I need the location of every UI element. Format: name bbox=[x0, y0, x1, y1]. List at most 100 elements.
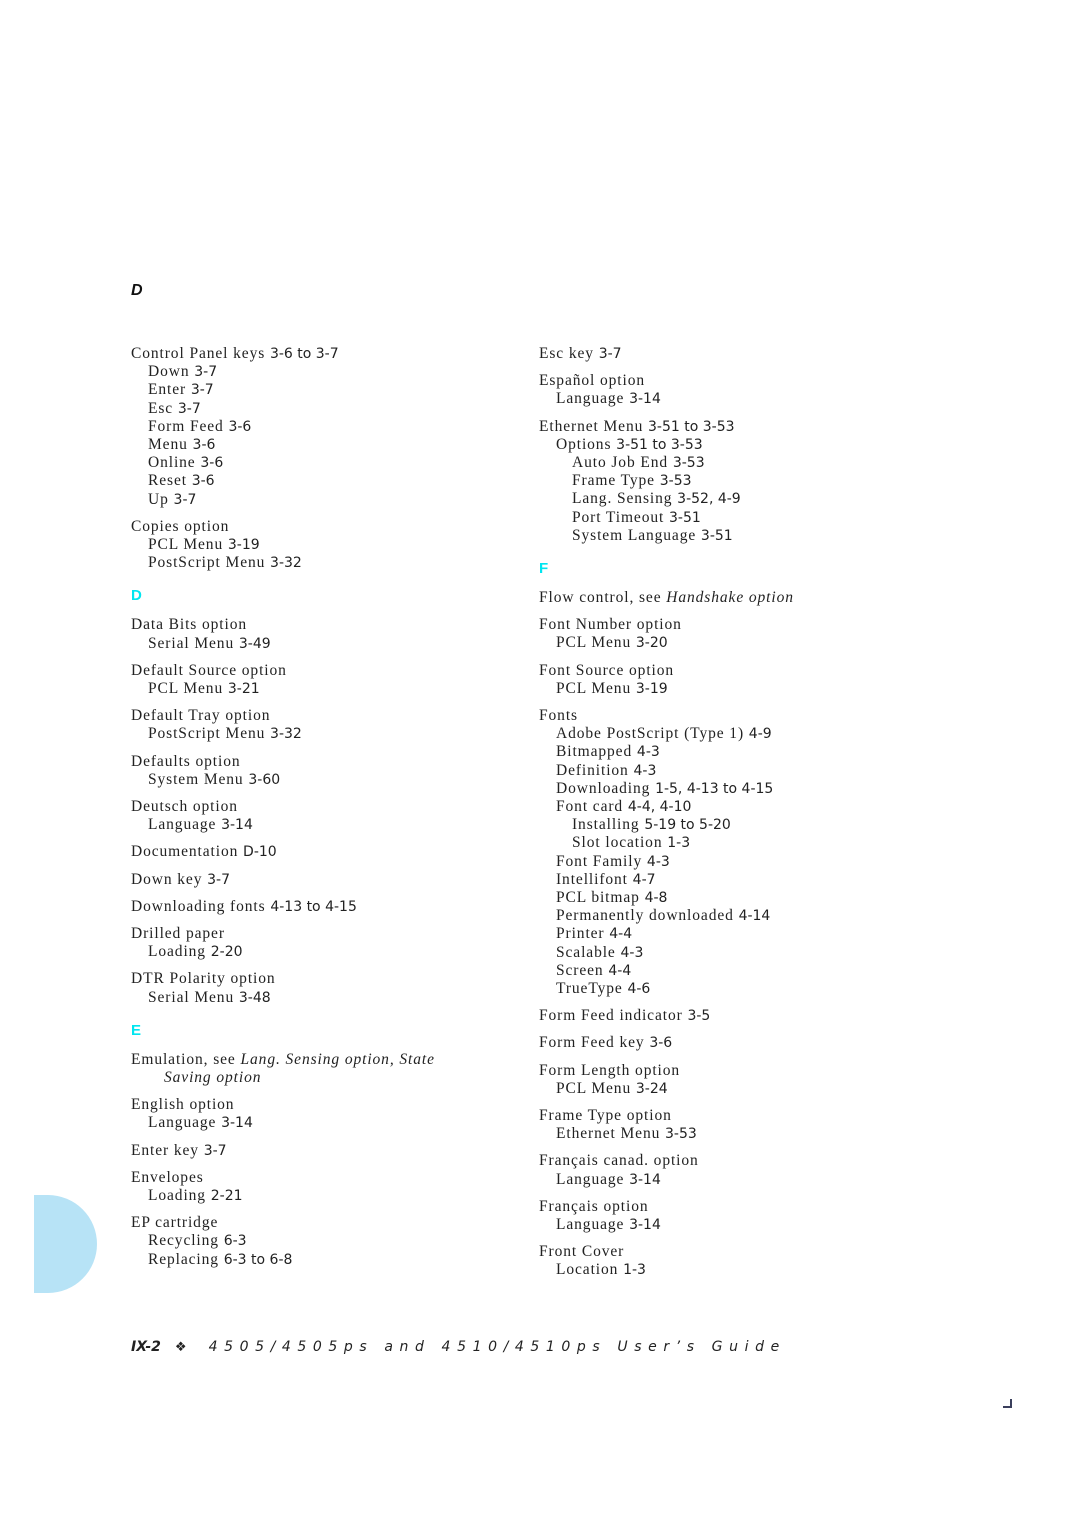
page-reference: 4-13 to 4-15 bbox=[270, 898, 357, 915]
index-subentry: PCL Menu 3-20 bbox=[556, 634, 668, 652]
entry-term: PCL bitmap bbox=[556, 889, 645, 906]
index-subentry: Reset 3-6 bbox=[148, 472, 215, 490]
entry-term: Language bbox=[556, 1170, 630, 1188]
page-reference: 6-3 bbox=[223, 1233, 247, 1250]
entry-term: Enter key bbox=[131, 1141, 204, 1159]
page-reference: 6-3 to 6-8 bbox=[223, 1251, 293, 1268]
page-reference: 4-3 bbox=[646, 853, 670, 870]
page-reference: 3-7 bbox=[598, 346, 622, 362]
entry-term: Defaults option bbox=[131, 752, 241, 770]
index-subentry: Menu 3-6 bbox=[148, 436, 215, 454]
page-reference: 3-6 bbox=[191, 473, 215, 490]
index-subentry: Scalable 4-3 bbox=[556, 944, 643, 962]
index-subentry: Bitmapped 4-3 bbox=[556, 743, 660, 761]
entry-term: Replacing bbox=[148, 1250, 224, 1268]
index-subentry: Language 3-14 bbox=[148, 1114, 253, 1132]
index-subentry: TrueType 4-6 bbox=[556, 980, 650, 998]
page-reference: 3-51 bbox=[700, 527, 733, 544]
index-subentry: Font Family 4-3 bbox=[556, 853, 670, 871]
entry-term: System Menu bbox=[148, 770, 249, 788]
entry-term: PCL Menu bbox=[148, 680, 228, 697]
page-reference: 3-48 bbox=[238, 989, 271, 1006]
page-reference: 3-51 to 3-53 bbox=[616, 436, 703, 453]
index-entry: Data Bits option bbox=[131, 616, 247, 634]
index-subentry: Down 3-7 bbox=[148, 363, 217, 381]
page-reference: 4-9 bbox=[748, 726, 772, 743]
index-entry: Down key 3-7 bbox=[131, 871, 230, 889]
index-subentry: Permanently downloaded 4-14 bbox=[556, 907, 770, 925]
cross-reference: Saving option bbox=[164, 1069, 262, 1086]
index-subentry: Serial Menu 3-48 bbox=[148, 989, 271, 1007]
index-subentry: Replacing 6-3 to 6-8 bbox=[148, 1251, 292, 1269]
page-footer: IX-2 ❖ 4505/4505ps and 4510/4510ps User’s … bbox=[131, 1339, 786, 1355]
entry-term: Ethernet Menu bbox=[539, 417, 649, 435]
footer-book-title: 4505/4505ps and 4510/4510ps User’s Guide bbox=[208, 1339, 786, 1355]
entry-term: Emulation, see bbox=[131, 1050, 241, 1068]
index-subentry: Font card 4-4, 4-10 bbox=[556, 798, 691, 816]
entry-term: Bitmapped bbox=[556, 743, 637, 761]
index-entry: Documentation D-10 bbox=[131, 843, 277, 861]
page-reference: 4-3 bbox=[620, 944, 644, 961]
entry-term: Ethernet Menu bbox=[556, 1125, 666, 1143]
entry-term: Form Feed bbox=[148, 417, 229, 435]
index-subentry: Language 3-14 bbox=[556, 390, 661, 408]
page-reference: 3-6 bbox=[200, 455, 224, 472]
entry-term: DTR Polarity option bbox=[131, 970, 276, 988]
entry-term: Esc bbox=[148, 399, 178, 417]
entry-term: Font Source option bbox=[539, 661, 675, 679]
entry-term: Recycling bbox=[148, 1232, 224, 1250]
entry-term: Online bbox=[148, 454, 201, 472]
index-subentry: Saving option bbox=[164, 1069, 261, 1087]
index-subentry: PCL Menu 3-21 bbox=[148, 680, 260, 698]
index-subentry: Language 3-14 bbox=[556, 1171, 661, 1189]
page-reference: 3-19 bbox=[635, 680, 668, 697]
index-entry: Enter key 3-7 bbox=[131, 1142, 227, 1160]
index-entry: Font Number option bbox=[539, 616, 682, 634]
entry-term: Drilled paper bbox=[131, 925, 225, 942]
page-reference: 5-19 to 5-20 bbox=[644, 817, 731, 834]
entry-term: Port Timeout bbox=[572, 508, 669, 526]
page-reference: 4-4, 4-10 bbox=[627, 799, 692, 815]
page-reference: 3-53 bbox=[665, 1126, 697, 1143]
entry-term: Frame Type option bbox=[539, 1107, 672, 1124]
page-reference: 3-7 bbox=[177, 400, 201, 417]
page-reference: 3-32 bbox=[270, 555, 302, 572]
page-reference: 3-52, 4-9 bbox=[677, 491, 741, 508]
page-reference: 4-4 bbox=[608, 962, 632, 979]
entry-term: Downloading fonts bbox=[131, 897, 271, 915]
page-reference: 1-3 bbox=[667, 835, 691, 852]
entry-term: Reset bbox=[148, 472, 192, 490]
index-subentry: PCL Menu 3-19 bbox=[556, 680, 668, 698]
index-subentry: PCL bitmap 4-8 bbox=[556, 889, 667, 907]
entry-term: PostScript Menu bbox=[148, 554, 271, 572]
index-entry: Defaults option bbox=[131, 753, 241, 771]
entry-term: Slot location bbox=[572, 834, 668, 852]
entry-term: Location bbox=[556, 1261, 624, 1279]
entry-term: Definition bbox=[556, 761, 634, 779]
index-entry: Drilled paper bbox=[131, 925, 225, 943]
index-subentry: Options 3-51 to 3-53 bbox=[556, 436, 703, 454]
page-reference: 4-8 bbox=[644, 890, 668, 906]
page-reference: 3-7 bbox=[207, 871, 230, 888]
index-subentry: Slot location 1-3 bbox=[572, 834, 690, 852]
index-entry: EP cartridge bbox=[131, 1214, 218, 1232]
entry-term: Downloading bbox=[556, 779, 656, 797]
entry-term: Language bbox=[556, 390, 630, 408]
index-subentry: Installing 5-19 to 5-20 bbox=[572, 816, 731, 834]
entry-term: Down key bbox=[131, 870, 208, 888]
entry-term: Language bbox=[556, 1216, 630, 1233]
entry-term: Adobe PostScript (Type 1) bbox=[556, 725, 749, 743]
index-subentry: Definition 4-3 bbox=[556, 762, 656, 780]
entry-term: Serial Menu bbox=[148, 634, 239, 652]
index-subentry: Esc 3-7 bbox=[148, 400, 201, 418]
entry-term: PCL Menu bbox=[556, 634, 636, 652]
index-subentry: Recycling 6-3 bbox=[148, 1232, 247, 1250]
entry-term: Default Tray option bbox=[131, 707, 271, 725]
entry-term: Esc key bbox=[539, 345, 599, 362]
entry-term: PCL Menu bbox=[556, 679, 636, 697]
page-reference: 3-6 bbox=[228, 418, 252, 435]
page-reference: 3-32 bbox=[270, 726, 302, 743]
entry-term: Español option bbox=[539, 372, 646, 390]
index-entry: Form Feed indicator 3-5 bbox=[539, 1007, 710, 1025]
entry-term: Menu bbox=[148, 436, 193, 453]
